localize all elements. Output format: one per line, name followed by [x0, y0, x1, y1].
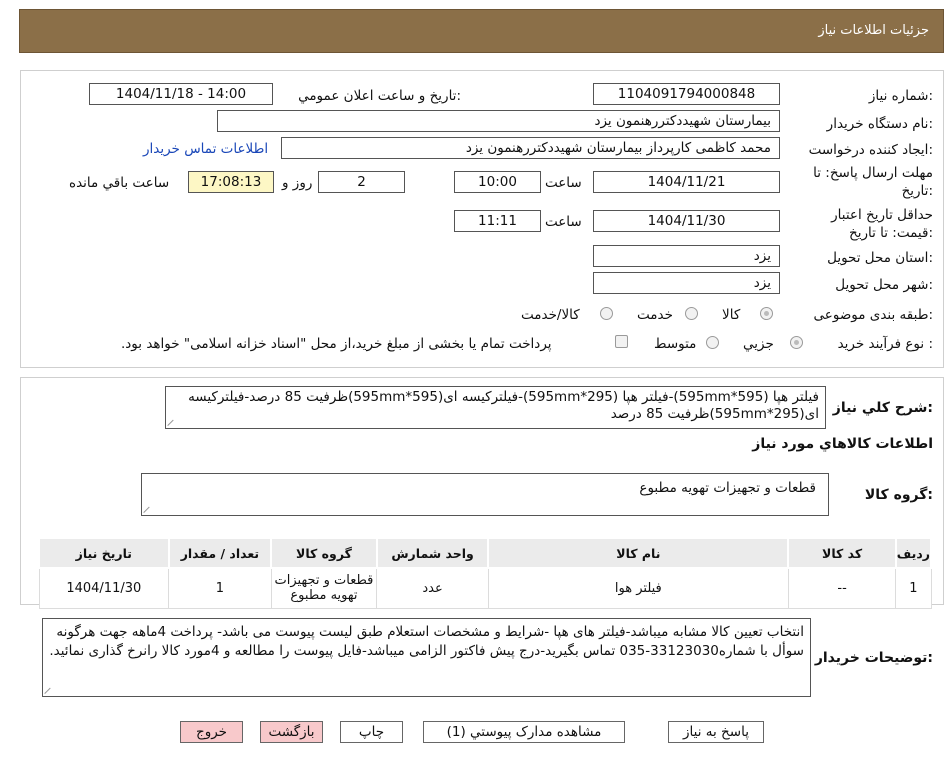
table-row: 1 -- فیلتر هوا عدد قطعات و تجهیزات تهویه…	[38, 567, 932, 609]
col-row-header: رديف	[894, 537, 933, 569]
page-header: جزئيات اطلاعات نياز	[19, 9, 944, 53]
view-attachments-button[interactable]: مشاهده مدارک پيوستي (1)	[423, 721, 625, 743]
notes-label: توضيحات خريدار:	[814, 650, 933, 666]
announce-label: تاريخ و ساعت اعلان عمومي:	[298, 88, 461, 104]
back-button[interactable]: بازگشت	[260, 721, 323, 743]
city-label: شهر محل تحويل:	[835, 277, 933, 293]
reply-date-field: 1404/11/21	[593, 171, 780, 193]
cell-date: 1404/11/30	[38, 567, 170, 609]
announce-field: 1404/11/18 - 14:00	[89, 83, 273, 105]
cell-name: فیلتر هوا	[487, 567, 789, 609]
col-name-header: نام کالا	[487, 537, 790, 569]
goods-table: رديف کد کالا نام کالا واحد شمارش گروه کا…	[38, 537, 933, 609]
cell-row: 1	[895, 567, 932, 609]
category-radio-goods-service[interactable]	[600, 307, 613, 320]
days-field: 2	[318, 171, 405, 193]
notes-resize-handle[interactable]	[45, 686, 53, 694]
process-label: نوع فرآيند خريد :	[837, 336, 933, 352]
category-option-service: خدمت	[637, 307, 673, 323]
summary-label: شرح کلي نياز:	[832, 400, 933, 416]
validity-time-label: ساعت	[545, 214, 582, 230]
buyer-org-label: نام دستگاه خريدار:	[826, 116, 933, 132]
treasury-checkbox[interactable]	[615, 335, 628, 348]
category-radio-service[interactable]	[685, 307, 698, 320]
cell-group: قطعات و تجهیزات تهویه مطبوع	[270, 567, 378, 609]
category-radio-goods[interactable]	[760, 307, 773, 320]
goods-group-label: گروه کالا:	[864, 487, 933, 503]
buyer-contact-link[interactable]: اطلاعات تماس خريدار	[143, 141, 268, 157]
need-number-field: 1104091794000848	[593, 83, 780, 105]
remaining-label: ساعت باقي مانده	[69, 175, 170, 191]
days-label: روز و	[282, 175, 313, 191]
validity-date-field: 1404/11/30	[593, 210, 780, 232]
validity-time-field: 11:11	[454, 210, 541, 232]
category-label: طبقه بندی موضوعی:	[813, 307, 933, 323]
col-group-header: گروه کالا	[270, 537, 378, 569]
goods-group-resize-handle[interactable]	[144, 505, 152, 513]
summary-textarea[interactable]: فیلتر هپا (595*595mm)-فیلتر هپا (295*595…	[165, 386, 826, 429]
cell-quantity: 1	[168, 567, 272, 609]
process-radio-minor[interactable]	[790, 336, 803, 349]
category-option-goods-service: کالا/خدمت	[521, 307, 580, 323]
col-quantity-header: تعداد / مقدار	[167, 537, 273, 569]
col-code-header: کد کالا	[787, 537, 897, 569]
need-number-label: شماره نياز:	[868, 88, 933, 104]
print-button[interactable]: چاپ	[340, 721, 403, 743]
validity-label: حداقل تاريخ اعتبار	[831, 207, 933, 223]
remaining-time-field: 17:08:13	[188, 171, 274, 193]
col-date-header: تاريخ نياز	[38, 537, 170, 569]
reply-deadline-label: مهلت ارسال پاسخ: تا	[813, 165, 933, 181]
reply-deadline-label-2: تاريخ:	[901, 183, 933, 199]
province-field: یزد	[593, 245, 780, 267]
goods-group-field: قطعات و تجهیزات تهویه مطبوع	[141, 473, 829, 516]
notes-textarea[interactable]: انتخاب تعیین کالا مشابه میباشد-فیلتر های…	[42, 618, 811, 697]
goods-table-header: رديف کد کالا نام کالا واحد شمارش گروه کا…	[38, 537, 933, 569]
process-option-medium: متوسط	[654, 336, 697, 352]
cell-code: --	[787, 567, 897, 609]
cell-unit: عدد	[376, 567, 489, 609]
city-field: یزد	[593, 272, 780, 294]
goods-section-title: اطلاعات کالاهاي مورد نياز	[752, 436, 933, 452]
payment-note: پرداخت تمام يا بخشی از مبلغ خريد،از محل …	[121, 336, 552, 352]
process-radio-medium[interactable]	[706, 336, 719, 349]
col-unit-header: واحد شمارش	[375, 537, 490, 569]
requester-label: ايجاد کننده درخواست:	[808, 142, 933, 158]
reply-button[interactable]: پاسخ به نياز	[668, 721, 764, 743]
buyer-org-field: بیمارستان شهیددکتررهنمون یزد	[217, 110, 780, 132]
requester-field: محمد کاظمی کارپرداز بیمارستان شهیددکترره…	[281, 137, 780, 159]
page-title: جزئيات اطلاعات نياز	[818, 23, 929, 38]
reply-time-field: 10:00	[454, 171, 541, 193]
reply-time-label: ساعت	[545, 175, 582, 191]
summary-resize-handle[interactable]	[168, 418, 176, 426]
validity-label-2: قيمت: تا تاريخ:	[848, 225, 933, 241]
exit-button[interactable]: خروج	[180, 721, 243, 743]
process-option-minor: جزيي	[743, 336, 774, 352]
category-option-goods: کالا	[722, 307, 741, 323]
province-label: استان محل تحويل:	[827, 250, 933, 266]
